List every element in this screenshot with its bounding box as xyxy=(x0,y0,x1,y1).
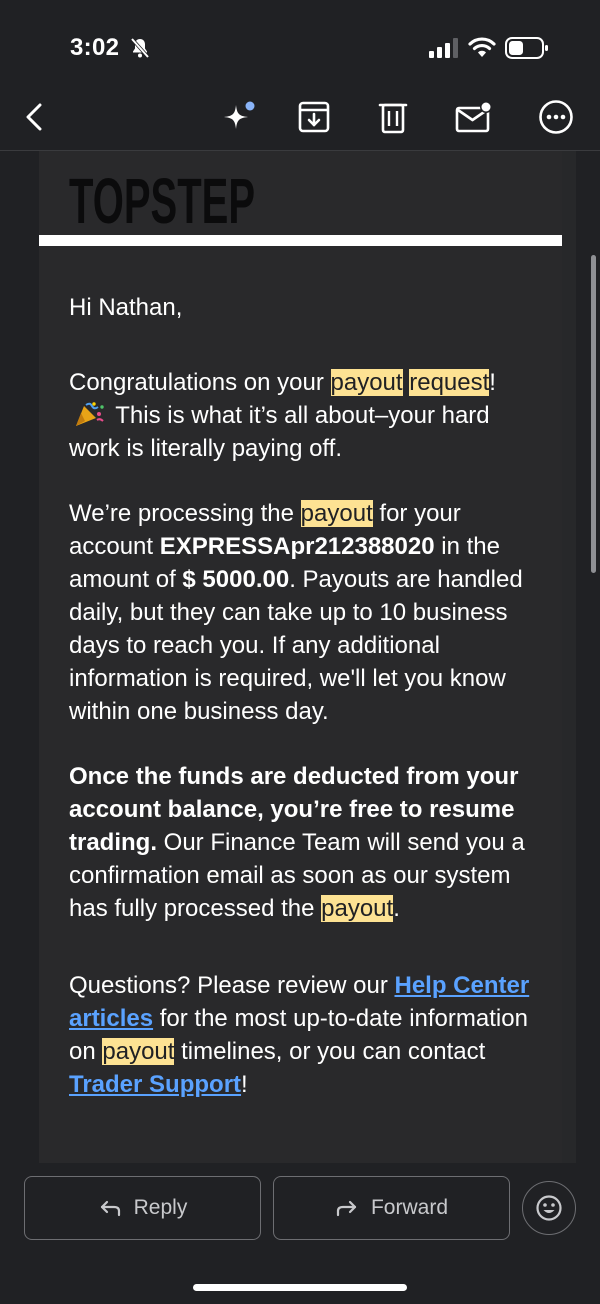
gemini-button[interactable] xyxy=(216,92,260,142)
greeting: Hi Nathan, xyxy=(69,294,183,321)
home-indicator[interactable] xyxy=(193,1284,407,1291)
party-popper-icon xyxy=(76,402,104,426)
payout-amount: $ 5000.00 xyxy=(182,566,290,593)
email-content: TOPSTEP Hi Nathan, Congratulations on yo… xyxy=(39,151,562,1163)
trash-icon xyxy=(378,103,408,134)
forward-label: Forward xyxy=(370,1196,449,1219)
search-highlight: payout xyxy=(102,1038,175,1065)
wifi-icon xyxy=(468,37,496,57)
email-toolbar xyxy=(0,92,600,150)
reply-label: Reply xyxy=(133,1196,188,1219)
header-rule xyxy=(39,235,562,246)
search-highlight: payout xyxy=(330,369,403,396)
text-highlight: request xyxy=(409,369,490,396)
chevron-left-icon xyxy=(26,103,42,131)
search-highlight: payout xyxy=(300,500,373,527)
reply-icon xyxy=(100,1200,120,1217)
smiley-icon xyxy=(536,1195,562,1221)
archive-button[interactable] xyxy=(292,92,336,142)
back-button[interactable] xyxy=(12,92,56,142)
more-options-button[interactable] xyxy=(534,92,578,142)
signal-icon xyxy=(429,38,458,58)
sparkle-icon xyxy=(224,101,255,129)
bell-muted-icon xyxy=(130,37,150,59)
battery-icon xyxy=(505,37,548,59)
emoji-reaction-button[interactable] xyxy=(522,1181,576,1235)
account-id: EXPRESSApr212388020 xyxy=(159,533,435,560)
topstep-logo: TOPSTEP xyxy=(69,169,255,229)
mark-unread-icon xyxy=(455,101,492,133)
reply-button[interactable]: Reply xyxy=(24,1176,261,1240)
paragraph-congrats: Congratulations on your payout request! … xyxy=(69,369,496,462)
paragraph-processing: We’re processing the payout for your acc… xyxy=(69,500,523,725)
bottom-action-bar: Reply Forward xyxy=(0,1163,600,1304)
status-time: 3:02 xyxy=(70,34,120,61)
trader-support-link[interactable]: Trader Support xyxy=(69,1071,241,1098)
status-bar: 3:02 xyxy=(0,0,600,90)
search-highlight: payout xyxy=(321,895,394,922)
paragraph-funds: Once the funds are deducted from your ac… xyxy=(69,763,525,922)
forward-button[interactable]: Forward xyxy=(273,1176,510,1240)
delete-button[interactable] xyxy=(371,92,415,142)
scrollbar-thumb[interactable] xyxy=(591,255,596,573)
scroll-gutter xyxy=(562,151,576,1163)
paragraph-questions: Questions? Please review our Help Center… xyxy=(69,972,530,1098)
archive-icon xyxy=(298,101,330,133)
mark-unread-button[interactable] xyxy=(452,92,496,142)
forward-icon xyxy=(336,1200,357,1217)
topstep-logo-text: TOPSTEP xyxy=(69,169,255,229)
email-body: Hi Nathan, Congratulations on your payou… xyxy=(69,291,539,1101)
more-icon xyxy=(539,100,573,134)
